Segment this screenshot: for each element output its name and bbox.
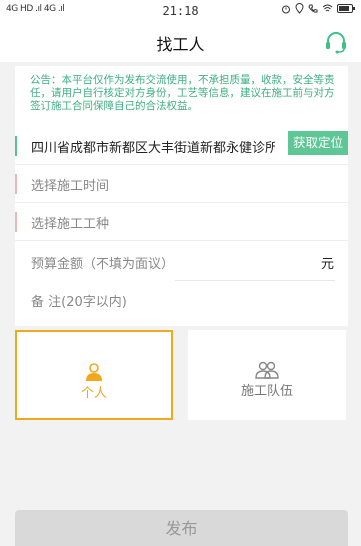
budget-field[interactable]: 预算金额（不填为面议） 元 <box>15 244 348 281</box>
type-option-individual[interactable]: 个人 <box>15 330 173 420</box>
type-label-team: 施工队伍 <box>240 384 293 399</box>
publish-button[interactable]: 发布 <box>15 510 348 546</box>
budget-underline <box>175 280 335 281</box>
work-time-placeholder: 选择施工时间 <box>31 179 110 194</box>
budget-unit: 元 <box>320 257 334 272</box>
work-time-field[interactable]: 选择施工时间 <box>15 166 348 203</box>
alarm-icon <box>282 5 290 13</box>
team-icon <box>255 361 279 379</box>
note-placeholder: 备 注(20字以内) <box>31 295 127 310</box>
type-label-individual: 个人 <box>80 386 107 401</box>
page-title: 找工人 <box>156 35 205 54</box>
headset-icon[interactable] <box>323 29 349 55</box>
status-bar: 4G HD .ıl 4G .ıl 21:18 <box>0 0 361 22</box>
battery-icon <box>337 4 355 13</box>
notice-text: 公告：本平台仅作为发布交流使用，不承担质量，收款，安全等责任，请用户自行核定对方… <box>30 74 335 112</box>
type-option-team[interactable]: 施工队伍 <box>188 330 346 420</box>
note-field[interactable]: 备 注(20字以内) <box>15 282 348 319</box>
field-marker <box>15 212 17 232</box>
address-value: 四川省成都市新都区大丰街道新都永健诊所 <box>31 141 275 156</box>
phone-icon <box>308 4 318 13</box>
field-marker <box>15 136 17 156</box>
get-location-button[interactable]: 获取定位 <box>287 131 348 155</box>
field-marker <box>15 174 17 194</box>
location-icon <box>295 3 304 14</box>
status-icons <box>281 3 355 14</box>
trade-placeholder: 选择施工工种 <box>31 217 110 232</box>
trade-field[interactable]: 选择施工工种 <box>15 204 348 241</box>
person-icon <box>86 363 102 381</box>
wifi-icon <box>322 4 333 12</box>
job-form: 公告：本平台仅作为发布交流使用，不承担质量，收款，安全等责任，请用户自行核定对方… <box>15 66 348 326</box>
nav-bar: 找工人 <box>0 22 361 62</box>
address-field[interactable]: 四川省成都市新都区大丰街道新都永健诊所 获取定位 <box>15 128 348 165</box>
budget-placeholder: 预算金额（不填为面议） <box>31 257 175 272</box>
